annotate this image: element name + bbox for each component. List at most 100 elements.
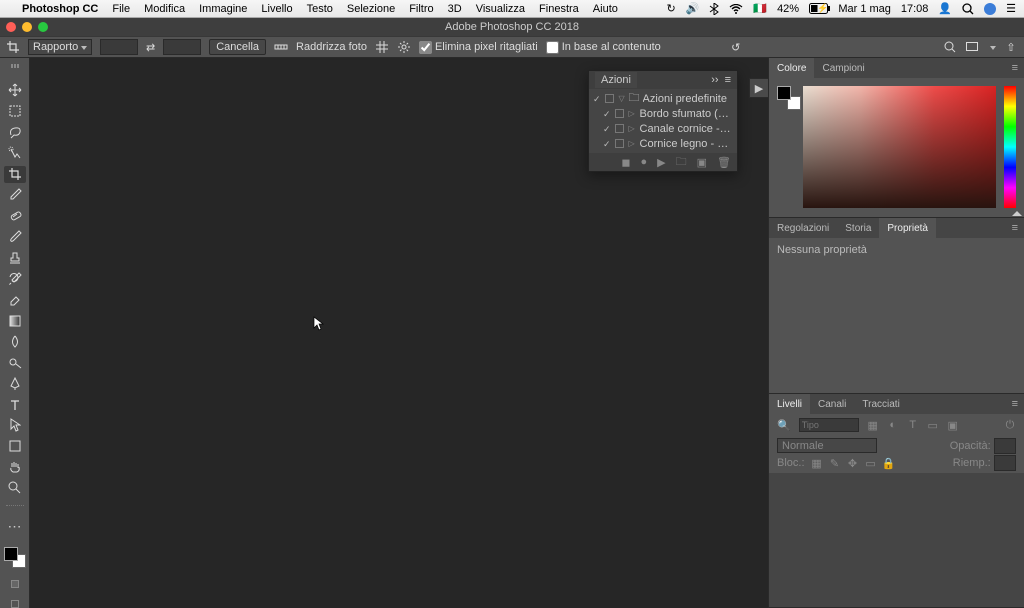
actions-menu-icon[interactable]: ≡ [725, 74, 731, 86]
aspect-ratio-select[interactable]: Rapporto [28, 39, 92, 55]
tab-adjustments[interactable]: Regolazioni [769, 218, 837, 238]
action-row[interactable]: ▷ Bordo sfumato (sele... [589, 106, 737, 121]
actions-panel-tab[interactable]: Azioni [595, 72, 637, 88]
action-new-icon[interactable]: ▣ [697, 156, 707, 169]
reset-crop-icon[interactable]: ↺ [729, 40, 743, 54]
hand-tool[interactable] [4, 459, 26, 476]
opacity-value[interactable] [994, 438, 1016, 454]
pen-tool[interactable] [4, 375, 26, 392]
color-spectrum[interactable] [803, 86, 996, 208]
blur-tool[interactable] [4, 333, 26, 350]
menu-window[interactable]: Finestra [539, 3, 579, 15]
menu-selection[interactable]: Selezione [347, 3, 395, 15]
status-dot-icon[interactable] [984, 3, 996, 15]
action-delete-icon[interactable]: 🗑 [717, 156, 731, 169]
gradient-tool[interactable] [4, 312, 26, 329]
action-play-icon[interactable]: ▶ [657, 156, 665, 169]
menubar-date[interactable]: Mar 1 mag [838, 3, 891, 15]
input-flag-icon[interactable]: 🇮🇹 [753, 2, 767, 15]
tools-panel-grip[interactable] [11, 64, 19, 68]
type-tool[interactable] [4, 396, 26, 413]
filter-image-icon[interactable]: ▦ [867, 419, 879, 431]
menu-help[interactable]: Aiuto [593, 3, 618, 15]
stamp-tool[interactable] [4, 250, 26, 267]
overlay-grid-icon[interactable] [375, 40, 389, 54]
blend-mode-select[interactable]: Normale [777, 438, 877, 453]
layers-panel-menu-icon[interactable]: ≡ [1006, 398, 1024, 410]
crop-tool[interactable] [4, 166, 26, 183]
actions-collapse-icon[interactable]: ›› [711, 74, 718, 86]
lock-position-icon[interactable]: ✥ [847, 457, 859, 469]
menubar-time[interactable]: 17:08 [901, 3, 929, 15]
crop-width-input[interactable] [100, 39, 138, 55]
history-brush-tool[interactable] [4, 270, 26, 287]
actions-panel[interactable]: Azioni ›› ≡ ▽ 🗀 Azioni predefinite ▷ Bor… [588, 70, 738, 172]
action-row[interactable]: ▷ Cornice legno - 50 ... [589, 136, 737, 151]
action-row[interactable]: ▷ Canale cornice - 50 ... [589, 121, 737, 136]
battery-icon[interactable]: ⚡ [809, 3, 828, 14]
filter-toggle-icon[interactable]: ⏻ [1004, 419, 1016, 431]
action-stop-icon[interactable]: ◼ [621, 156, 630, 169]
swap-dimensions-icon[interactable]: ⇄ [146, 41, 155, 54]
sync-icon[interactable]: ↻ [666, 2, 675, 15]
lock-artboard-icon[interactable]: ▭ [865, 457, 877, 469]
spectrum-expand-icon[interactable] [1012, 211, 1022, 216]
tab-channels[interactable]: Canali [810, 394, 854, 414]
layer-filter-search-icon[interactable]: 🔍 [777, 419, 791, 432]
tab-paths[interactable]: Tracciati [854, 394, 907, 414]
menu-text[interactable]: Testo [307, 3, 333, 15]
bluetooth-icon[interactable] [709, 3, 719, 15]
actions-set-row[interactable]: ▽ 🗀 Azioni predefinite [589, 91, 737, 106]
filter-smart-icon[interactable]: ▣ [947, 419, 959, 431]
lock-transparency-icon[interactable]: ▦ [811, 457, 823, 469]
content-aware-checkbox[interactable]: In base al contenuto [546, 41, 661, 54]
menu-view[interactable]: Visualizza [476, 3, 525, 15]
window-zoom-button[interactable] [38, 22, 48, 32]
filter-type-icon[interactable]: T [907, 419, 919, 431]
user-icon[interactable]: 👤 [938, 2, 952, 15]
action-record-icon[interactable]: ● [641, 156, 648, 168]
color-fg-bg-swatch[interactable] [777, 86, 795, 104]
window-minimize-button[interactable] [22, 22, 32, 32]
screen-mode-chevron-icon[interactable] [987, 41, 996, 53]
app-menu[interactable]: Photoshop CC [22, 3, 98, 15]
dodge-tool[interactable] [4, 354, 26, 371]
tab-swatches[interactable]: Campioni [814, 58, 872, 78]
screen-mode-icon[interactable] [965, 40, 979, 54]
window-close-button[interactable] [6, 22, 16, 32]
crop-height-input[interactable] [163, 39, 201, 55]
color-panel-menu-icon[interactable]: ≡ [1006, 62, 1024, 74]
color-swatches[interactable] [4, 547, 26, 568]
menu-image[interactable]: Immagine [199, 3, 247, 15]
move-tool[interactable] [4, 82, 26, 99]
quick-mask-toggle[interactable] [11, 580, 19, 588]
volume-icon[interactable]: 🔊 [686, 2, 700, 15]
menu-edit[interactable]: Modifica [144, 3, 185, 15]
spotlight-icon[interactable] [962, 3, 974, 15]
filter-adjust-icon[interactable]: ◐ [887, 419, 899, 431]
eyedropper-tool[interactable] [4, 187, 26, 204]
collapsed-panel-play-icon[interactable]: ▶ [749, 78, 769, 98]
screen-mode-toggle[interactable] [11, 600, 19, 608]
delete-pixels-checkbox[interactable]: Elimina pixel ritagliati [419, 41, 538, 54]
layers-list[interactable] [769, 473, 1024, 607]
straighten-icon[interactable] [274, 40, 288, 54]
shape-tool[interactable] [4, 438, 26, 455]
wifi-icon[interactable] [729, 4, 743, 14]
quick-select-tool[interactable] [4, 145, 26, 162]
crop-settings-gear-icon[interactable] [397, 40, 411, 54]
marquee-tool[interactable] [4, 103, 26, 120]
fill-value[interactable] [994, 455, 1016, 471]
menu-3d[interactable]: 3D [448, 3, 462, 15]
lock-all-icon[interactable]: 🔒 [883, 457, 895, 469]
tab-color[interactable]: Colore [769, 58, 814, 78]
menu-filter[interactable]: Filtro [409, 3, 433, 15]
zoom-tool[interactable] [4, 480, 26, 497]
brush-tool[interactable] [4, 229, 26, 246]
menu-layer[interactable]: Livello [261, 3, 292, 15]
lasso-tool[interactable] [4, 124, 26, 141]
search-icon[interactable] [943, 40, 957, 54]
filter-shape-icon[interactable]: ▭ [927, 419, 939, 431]
hue-slider[interactable] [1004, 86, 1016, 208]
clear-button[interactable]: Cancella [209, 39, 266, 55]
